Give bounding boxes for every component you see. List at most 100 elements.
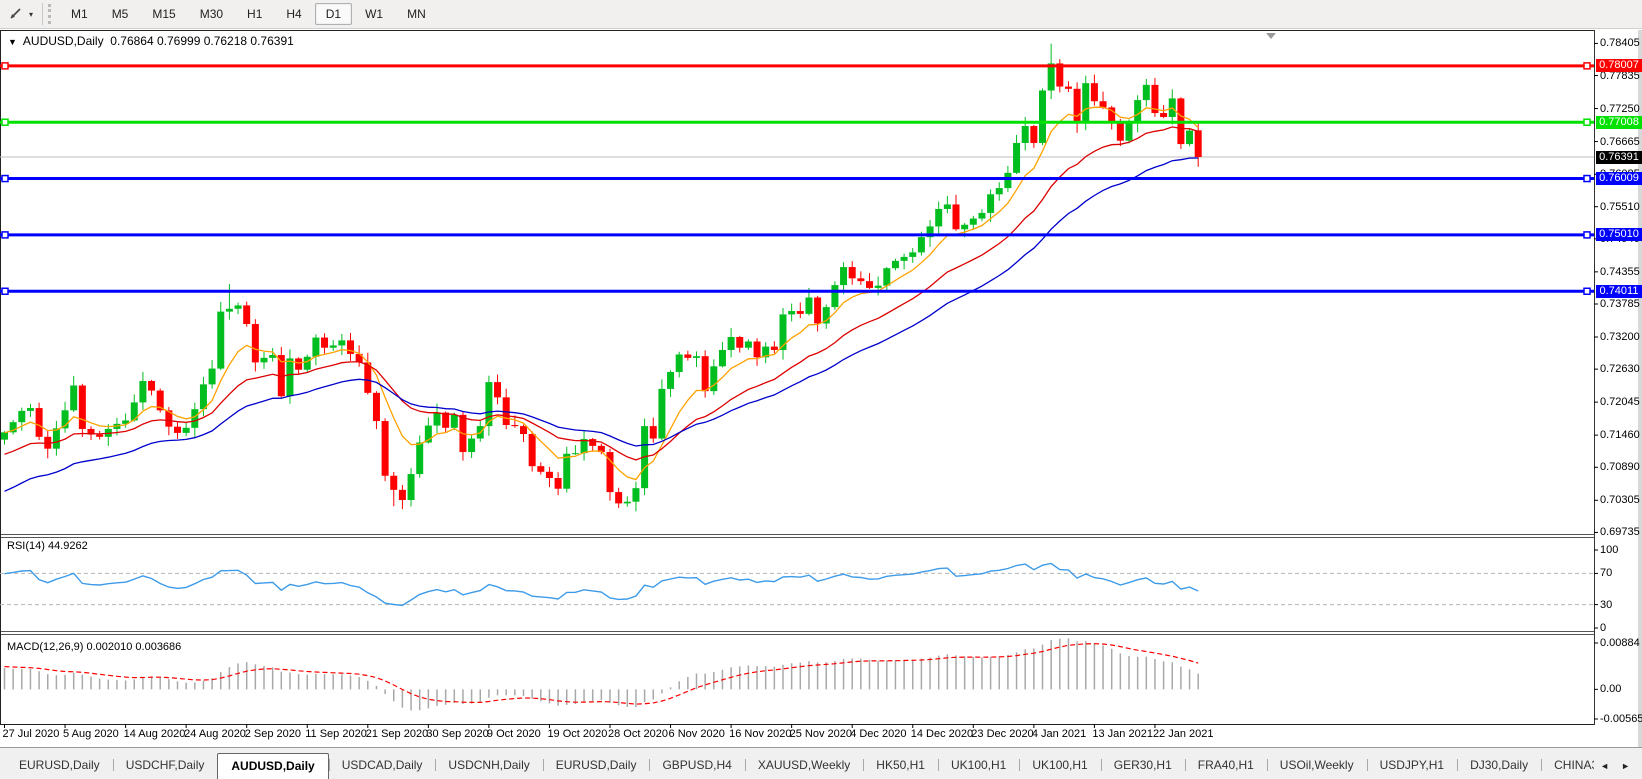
price-tick-label: 0.72630 (1600, 363, 1640, 375)
candle-body (235, 305, 242, 308)
candle-body (1074, 89, 1081, 123)
chart-tab-usoil-weekly[interactable]: USOil,Weekly (1267, 753, 1367, 779)
candle-body (953, 204, 960, 229)
timeframe-button-group: M1M5M15M30H1H4D1W1MN (59, 3, 438, 25)
chart-tab-xauusd-weekly[interactable]: XAUUSD,Weekly (745, 753, 863, 779)
chart-tab-usdjpy-h1[interactable]: USDJPY,H1 (1367, 753, 1457, 779)
candle-body (390, 476, 397, 490)
candle-body (1143, 85, 1150, 100)
tab-scroll-right-icon[interactable]: ► (1615, 757, 1636, 775)
candle-body (978, 213, 985, 219)
chart-shift-marker-icon[interactable] (1266, 33, 1276, 39)
chart-canvas[interactable] (0, 30, 1642, 747)
chart-tab-dj30-daily[interactable]: DJ30,Daily (1457, 753, 1541, 779)
trendline-tool-icon (8, 6, 24, 22)
chart-tab-usdcnh-daily[interactable]: USDCNH,Daily (435, 753, 542, 779)
date-tick-label: 2 Sep 2020 (245, 728, 301, 740)
timeframe-button-m5[interactable]: M5 (101, 3, 140, 25)
date-tick-label: 13 Jan 2021 (1092, 728, 1153, 740)
line-endpoint-marker[interactable] (1584, 232, 1590, 238)
toolbar-grip-handle[interactable] (48, 4, 51, 24)
candle-body (148, 381, 155, 391)
timeframe-button-h1[interactable]: H1 (236, 3, 273, 25)
candle-body (408, 474, 415, 500)
rsi-indicator-label: RSI(14) 44.9262 (7, 540, 88, 552)
candle-body (805, 298, 812, 314)
candle-body (312, 338, 319, 357)
line-endpoint-marker[interactable] (1584, 288, 1590, 294)
date-tick-label: 22 Jan 2021 (1153, 728, 1214, 740)
date-tick-label: 19 Oct 2020 (547, 728, 607, 740)
chart-title-dropdown-icon[interactable]: ▼ (8, 37, 17, 47)
chart-tab-hk50-h1[interactable]: HK50,H1 (863, 753, 938, 779)
candle-body (1022, 126, 1029, 143)
candle-body (1117, 122, 1124, 141)
chart-tab-usdchf-daily[interactable]: USDCHF,Daily (113, 753, 218, 779)
candle-body (1004, 173, 1011, 188)
candle-body (139, 381, 146, 402)
line-endpoint-marker[interactable] (2, 119, 8, 125)
candle-body (1100, 101, 1107, 107)
candle-body (442, 413, 449, 428)
timeframe-button-m30[interactable]: M30 (189, 3, 234, 25)
timeframe-button-mn[interactable]: MN (396, 3, 437, 25)
candle-body (79, 386, 86, 429)
chart-symbol-label: AUDUSD,Daily (23, 34, 104, 48)
chart-tab-eurusd-daily[interactable]: EURUSD,Daily (543, 753, 650, 779)
line-endpoint-marker[interactable] (2, 288, 8, 294)
date-tick-label: 4 Dec 2020 (850, 728, 906, 740)
candle-body (321, 338, 328, 348)
chart-tab-gbpusd-h4[interactable]: GBPUSD,H4 (649, 753, 744, 779)
price-level-badge: 0.75010 (1596, 228, 1642, 241)
date-tick-label: 27 Jul 2020 (3, 728, 60, 740)
line-endpoint-marker[interactable] (1584, 63, 1590, 69)
candle-body (719, 350, 726, 366)
line-endpoint-marker[interactable] (2, 63, 8, 69)
date-tick-label: 11 Sep 2020 (305, 728, 367, 740)
candle-body (191, 409, 198, 428)
timeframe-button-m15[interactable]: M15 (141, 3, 186, 25)
tab-scroll-left-icon[interactable]: ◄ (1594, 757, 1615, 775)
rsi-tick-label: 100 (1600, 544, 1618, 556)
candle-body (771, 347, 778, 350)
timeframe-button-m1[interactable]: M1 (60, 3, 99, 25)
candle-body (875, 286, 882, 288)
timeframe-button-h4[interactable]: H4 (275, 3, 312, 25)
chart-tab-fra40-h1[interactable]: FRA40,H1 (1185, 753, 1267, 779)
timeframe-button-w1[interactable]: W1 (354, 3, 394, 25)
line-endpoint-marker[interactable] (2, 176, 8, 182)
candle-body (892, 261, 899, 268)
line-endpoint-marker[interactable] (1584, 176, 1590, 182)
chart-tab-uk100-h1[interactable]: UK100,H1 (938, 753, 1019, 779)
candle-body (36, 408, 43, 437)
candle-body (261, 358, 268, 363)
chart-tab-bar: EURUSD,DailyUSDCHF,DailyAUDUSD,DailyUSDC… (0, 747, 1642, 779)
chart-tab-uk100-h1[interactable]: UK100,H1 (1019, 753, 1100, 779)
candle-body (1039, 91, 1046, 143)
candle-body (814, 298, 821, 324)
chart-tab-ger30-h1[interactable]: GER30,H1 (1101, 753, 1185, 779)
date-tick-label: 14 Dec 2020 (911, 728, 973, 740)
candle-body (987, 194, 994, 213)
mid-ma-line[interactable] (5, 127, 1199, 460)
candle-body (572, 453, 579, 454)
price-tick-label: 0.70305 (1600, 494, 1640, 506)
candle-body (1091, 83, 1098, 101)
chart-tab-eurusd-daily[interactable]: EURUSD,Daily (6, 753, 113, 779)
line-endpoint-marker[interactable] (2, 232, 8, 238)
line-endpoint-marker[interactable] (1584, 119, 1590, 125)
timeframe-button-d1[interactable]: D1 (315, 3, 352, 25)
chart-window[interactable]: ▼AUDUSD,Daily 0.76864 0.76999 0.76218 0.… (0, 30, 1642, 747)
chart-tab-china300-h1[interactable]: CHINA300,H1 (1541, 753, 1594, 779)
tab-scroll-arrows: ◄ ► (1594, 753, 1642, 779)
candle-body (416, 442, 423, 474)
macd-indicator-label: MACD(12,26,9) 0.002010 0.003686 (7, 641, 181, 653)
chart-tab-usdcad-daily[interactable]: USDCAD,Daily (329, 753, 436, 779)
candle-body (797, 311, 804, 314)
candlesticks (1, 44, 1202, 512)
slow-ma-line[interactable] (5, 158, 1199, 491)
candle-body (226, 309, 233, 312)
chart-tab-audusd-daily[interactable]: AUDUSD,Daily (217, 753, 328, 779)
price-tick-label: 0.71460 (1600, 429, 1640, 441)
draw-tool-button[interactable]: ▾ (4, 4, 37, 24)
